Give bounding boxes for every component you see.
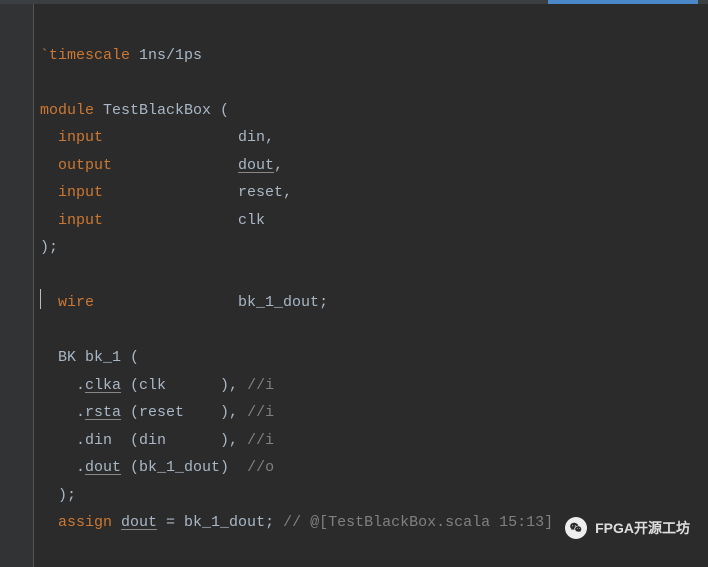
- text-caret: [40, 289, 41, 309]
- line-15: .din (din ), //i: [40, 432, 274, 449]
- port-din: din: [238, 129, 265, 146]
- port-dout: dout: [238, 157, 274, 174]
- line-14: .rsta (reset ), //i: [40, 404, 274, 421]
- assign-dout: dout: [121, 514, 157, 531]
- line-12: BK bk_1 (: [40, 349, 139, 366]
- directive-timescale: `timescale: [40, 47, 130, 64]
- pad: [112, 157, 238, 174]
- pad: [94, 294, 238, 311]
- port-dout-inst: dout: [85, 459, 121, 476]
- pre: .: [40, 459, 85, 476]
- line-5: output dout,: [40, 157, 283, 174]
- kw-output: output: [40, 157, 112, 174]
- punct: ,: [283, 184, 292, 201]
- mid: (clk ),: [121, 377, 247, 394]
- kw-input: input: [40, 184, 103, 201]
- watermark: FPGA开源工坊: [565, 517, 690, 539]
- kw-module: module: [40, 102, 94, 119]
- port-rsta: rsta: [85, 404, 121, 421]
- mid: (reset ),: [121, 404, 247, 421]
- punct: ,: [265, 129, 274, 146]
- port-clk: clk: [238, 212, 265, 229]
- line-8: );: [40, 239, 58, 256]
- comment: // @[TestBlackBox.scala 15:13]: [283, 514, 553, 531]
- comment: //o: [247, 459, 274, 476]
- punct: ,: [274, 157, 283, 174]
- comment: //i: [247, 432, 274, 449]
- mid: (bk_1_dout): [121, 459, 247, 476]
- kw-wire: wire: [40, 294, 94, 311]
- code-area[interactable]: `timescale 1ns/1ps module TestBlackBox (…: [34, 4, 553, 567]
- comment: //i: [247, 404, 274, 421]
- port-reset: reset: [238, 184, 283, 201]
- line-7: input clk: [40, 212, 265, 229]
- assign-rest: = bk_1_dout;: [157, 514, 283, 531]
- watermark-text: FPGA开源工坊: [595, 518, 690, 538]
- line-18: assign dout = bk_1_dout; // @[TestBlackB…: [40, 514, 553, 531]
- line-16: .dout (bk_1_dout) //o: [40, 459, 274, 476]
- pre: .: [40, 404, 85, 421]
- line-6: input reset,: [40, 184, 292, 201]
- line-1: `timescale 1ns/1ps: [40, 47, 202, 64]
- wire-name: bk_1_dout: [238, 294, 319, 311]
- gutter: [0, 4, 34, 567]
- editor: `timescale 1ns/1ps module TestBlackBox (…: [0, 4, 708, 567]
- line-13: .clka (clk ), //i: [40, 377, 274, 394]
- pre: .din (din ),: [40, 432, 247, 449]
- line-3: module TestBlackBox (: [40, 102, 229, 119]
- sp: [112, 514, 121, 531]
- line-17: );: [40, 487, 76, 504]
- pad: [103, 184, 238, 201]
- active-tab-indicator: [548, 0, 698, 4]
- kw-assign: assign: [40, 514, 112, 531]
- module-name: TestBlackBox (: [94, 102, 229, 119]
- port-clka: clka: [85, 377, 121, 394]
- comment: //i: [247, 377, 274, 394]
- kw-input: input: [40, 129, 103, 146]
- pad: [103, 212, 238, 229]
- punct: ;: [319, 294, 328, 311]
- pre: .: [40, 377, 85, 394]
- wechat-icon: [565, 517, 587, 539]
- kw-input: input: [40, 212, 103, 229]
- line-4: input din,: [40, 129, 274, 146]
- timescale-value: 1ns/1ps: [130, 47, 202, 64]
- line-10: wire bk_1_dout;: [40, 294, 328, 311]
- pad: [103, 129, 238, 146]
